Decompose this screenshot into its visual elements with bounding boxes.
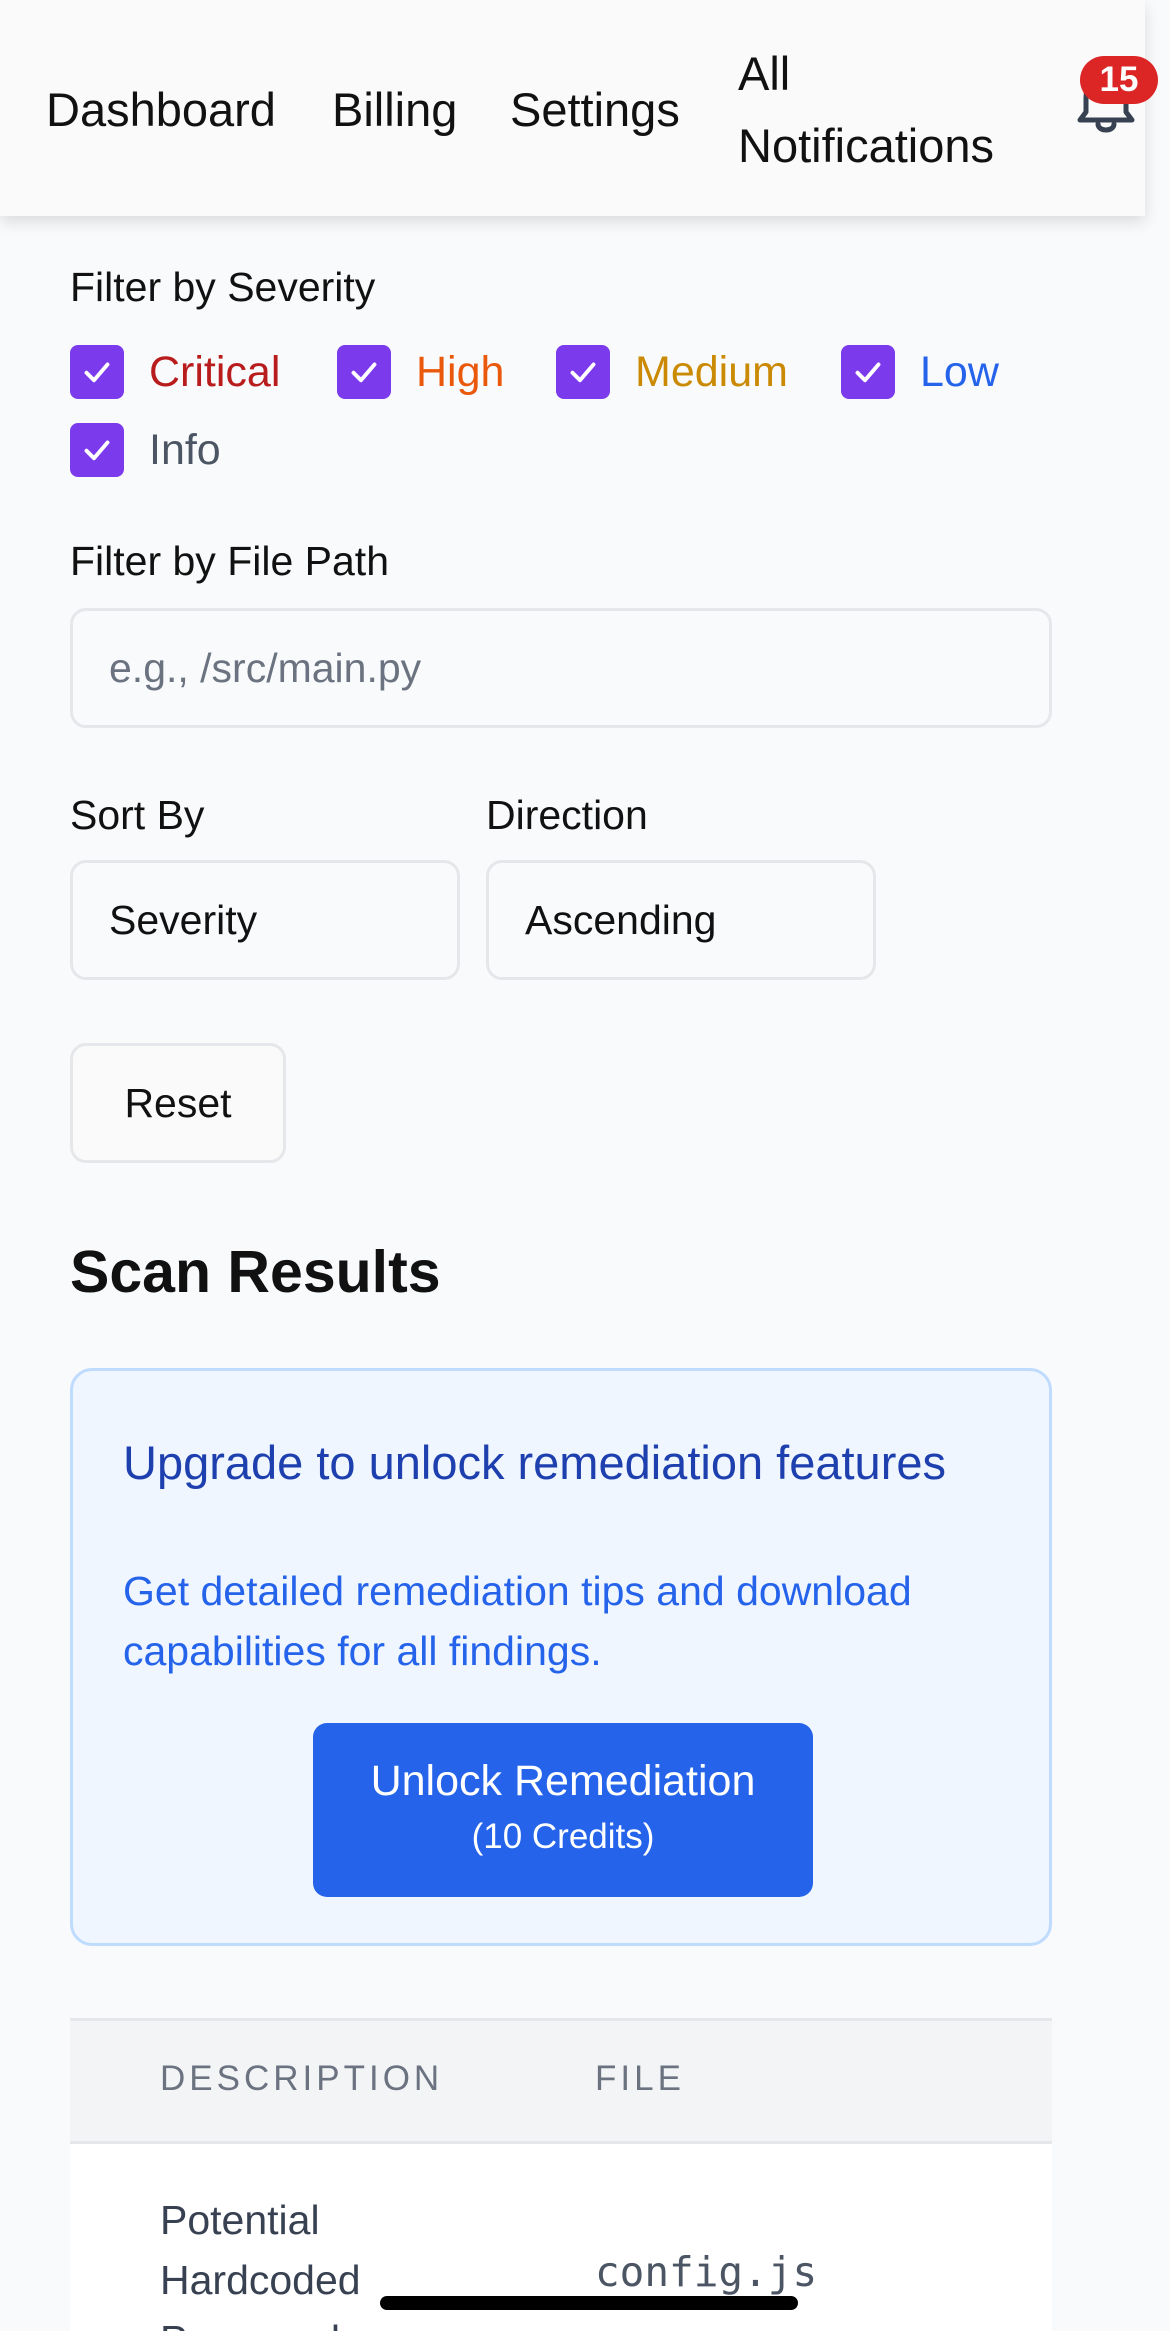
home-indicator <box>380 2296 798 2310</box>
file-path-input[interactable]: e.g., /src/main.py <box>70 608 1052 728</box>
sort-by-select[interactable]: Severity <box>70 860 460 980</box>
nav-dashboard-link[interactable]: Dashboard <box>46 74 276 146</box>
severity-filter-label: Filter by Severity <box>70 264 376 310</box>
finding-file: config.js <box>595 2248 818 2296</box>
upgrade-title: Upgrade to unlock remediation features <box>123 1436 946 1489</box>
nav-all-notifications-line1: All <box>738 47 791 100</box>
column-header-file: FILE <box>595 2059 685 2098</box>
upgrade-card: Upgrade to unlock remediation features G… <box>70 1368 1052 1946</box>
page: Dashboard Billing Settings All Notificat… <box>0 0 1170 2331</box>
unlock-button-label: Unlock Remediation <box>370 1757 756 1805</box>
checkbox-checked-icon <box>70 423 124 477</box>
severity-checkbox-critical[interactable]: Critical <box>70 344 280 400</box>
severity-checkbox-medium[interactable]: Medium <box>556 344 788 400</box>
unlock-button-credits: (10 Credits) <box>471 1817 655 1856</box>
finding-description: Potential Hardcoded Password <box>160 2197 361 2331</box>
unlock-remediation-button[interactable]: Unlock Remediation (10 Credits) <box>313 1723 813 1897</box>
severity-label-high: High <box>416 347 505 396</box>
severity-label-info: Info <box>149 425 221 474</box>
scan-results-heading: Scan Results <box>70 1239 441 1305</box>
sort-by-value: Severity <box>109 896 258 943</box>
results-table-header: DESCRIPTION FILE <box>70 2018 1052 2144</box>
severity-checkbox-info[interactable]: Info <box>70 422 221 478</box>
upgrade-description: Get detailed remediation tips and downlo… <box>123 1568 912 1674</box>
severity-checkbox-low[interactable]: Low <box>841 344 999 400</box>
checkbox-checked-icon <box>556 345 610 399</box>
checkbox-checked-icon <box>337 345 391 399</box>
checkbox-checked-icon <box>70 345 124 399</box>
nav-settings-link[interactable]: Settings <box>510 74 680 146</box>
nav-billing-link[interactable]: Billing <box>332 74 457 146</box>
column-header-description: DESCRIPTION <box>160 2059 444 2098</box>
file-path-filter-label: Filter by File Path <box>70 538 389 584</box>
severity-label-medium: Medium <box>635 347 788 396</box>
reset-button[interactable]: Reset <box>70 1043 286 1163</box>
direction-label: Direction <box>486 792 648 838</box>
severity-label-critical: Critical <box>149 347 281 396</box>
severity-label-low: Low <box>920 347 999 396</box>
notification-count-badge: 15 <box>1080 56 1158 104</box>
direction-select[interactable]: Ascending <box>486 860 876 980</box>
severity-checkbox-high[interactable]: High <box>337 344 504 400</box>
file-path-placeholder: e.g., /src/main.py <box>109 644 422 691</box>
nav-all-notifications-line2: Notifications <box>738 119 994 172</box>
checkbox-checked-icon <box>841 345 895 399</box>
sort-by-label: Sort By <box>70 792 205 838</box>
nav-all-notifications-link[interactable]: All Notifications <box>738 38 1038 182</box>
top-navigation: Dashboard Billing Settings All Notificat… <box>0 0 1158 216</box>
direction-value: Ascending <box>525 896 717 943</box>
